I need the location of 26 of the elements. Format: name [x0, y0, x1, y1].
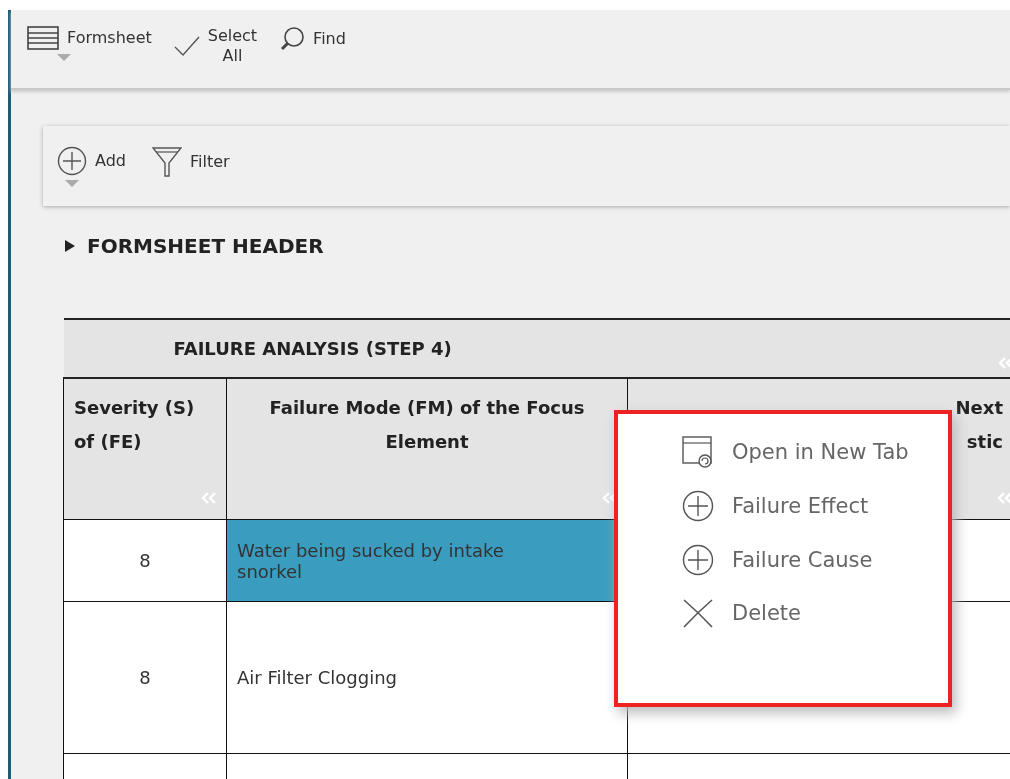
- caret-icon: [57, 54, 71, 61]
- list-icon: [27, 26, 59, 50]
- column-header: Severity (S) of (FE): [63, 378, 227, 520]
- menu-item[interactable]: Failure Effect: [682, 490, 948, 522]
- toolbar-button[interactable]: Filter: [152, 146, 230, 206]
- toolbar-button[interactable]: Find: [279, 26, 346, 52]
- toolbar-button[interactable]: Select All: [173, 26, 258, 66]
- add-icon: [57, 146, 87, 176]
- toolbar-button[interactable]: Add: [57, 146, 126, 206]
- caret-icon: [65, 180, 79, 187]
- menu-item[interactable]: Delete: [682, 598, 948, 628]
- table-cell: 8: [63, 601, 227, 754]
- delete-icon: [682, 598, 714, 628]
- column-header: Failure Mode (FM) of the Focus Element: [226, 378, 628, 520]
- group-title: FAILURE ANALYSIS (STEP 4): [173, 338, 452, 359]
- table-cell[interactable]: Air Filter Clogging: [226, 601, 628, 754]
- add-icon: [682, 490, 714, 522]
- toolbar-button[interactable]: Formsheet: [27, 26, 152, 61]
- section-toggle[interactable]: FORMSHEET HEADER: [65, 234, 324, 258]
- menu-item[interactable]: Open in New Tab: [682, 436, 948, 468]
- search-icon: [279, 26, 306, 52]
- new-tab-icon: [682, 436, 714, 468]
- filter-icon: [152, 146, 182, 178]
- table-cell: 8: [63, 519, 227, 602]
- add-icon: [682, 544, 714, 576]
- checkmark-icon: [173, 35, 200, 57]
